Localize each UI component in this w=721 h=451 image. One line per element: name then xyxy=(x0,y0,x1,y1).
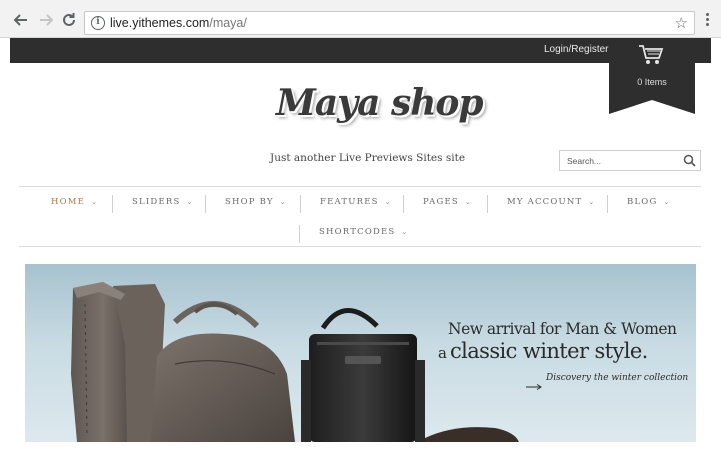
menu-item-label: MY ACCOUNT xyxy=(507,197,583,207)
hero-cta-link[interactable]: Discovery the winter collection xyxy=(546,373,688,383)
menu-item-features[interactable]: FEATURES ⌄ xyxy=(320,190,392,214)
menu-item-label: SHORTCODES xyxy=(319,227,396,237)
address-bar[interactable]: i live.yithemes.com/maya/ ☆ xyxy=(84,11,695,35)
right-arrow-icon xyxy=(526,377,542,395)
menu-separator xyxy=(300,195,301,213)
chevron-down-icon: ⌄ xyxy=(663,198,671,206)
url-path: /maya/ xyxy=(209,16,247,30)
hero-slider[interactable]: New arrival for Man & Women a classic win… xyxy=(25,264,696,442)
menu-item-label: SLIDERS xyxy=(132,197,181,207)
search-input[interactable] xyxy=(560,151,678,170)
hero-headline-2: a classic winter style. xyxy=(438,339,648,363)
menu-item-label: FEATURES xyxy=(320,197,379,207)
chevron-down-icon: ⌄ xyxy=(464,198,472,206)
chevron-down-icon: ⌄ xyxy=(384,198,392,206)
hero-headline-2-prefix: a xyxy=(438,344,447,362)
menu-item-label: SHOP BY xyxy=(225,197,274,207)
forward-arrow-icon[interactable] xyxy=(37,11,55,29)
menu-item-label: BLOG xyxy=(627,197,658,207)
menu-separator xyxy=(112,195,113,213)
cart-button[interactable]: 0 Items xyxy=(609,38,695,114)
info-icon[interactable]: i xyxy=(91,16,105,30)
main-menu-row-1: HOME ⌄ SLIDERS ⌄ SHOP BY ⌄ FEATURES ⌄ PAGES ⌄… xyxy=(19,190,701,214)
chevron-down-icon: ⌄ xyxy=(401,228,409,236)
hero-headline-1: New arrival for Man & Women xyxy=(448,320,677,338)
star-icon[interactable]: ☆ xyxy=(675,14,688,32)
menu-item-label: PAGES xyxy=(423,197,459,207)
menu-item-my-account[interactable]: MY ACCOUNT ⌄ xyxy=(507,190,595,214)
menu-item-shop-by[interactable]: SHOP BY ⌄ xyxy=(225,190,287,214)
search-icon[interactable] xyxy=(683,154,696,172)
menu-item-sliders[interactable]: SLIDERS ⌄ xyxy=(132,190,194,214)
menu-top-border xyxy=(19,186,701,187)
login-register-link[interactable]: Login/Register xyxy=(544,44,608,55)
top-bar: Login/Register xyxy=(10,38,711,63)
menu-item-label: HOME xyxy=(51,197,86,207)
menu-separator xyxy=(403,195,404,213)
browser-toolbar: i live.yithemes.com/maya/ ☆ xyxy=(0,0,721,38)
cart-count: 0 Items xyxy=(637,77,667,87)
chevron-down-icon: ⌄ xyxy=(588,198,596,206)
back-arrow-icon[interactable] xyxy=(12,11,30,29)
url-text: live.yithemes.com/maya/ xyxy=(110,16,247,30)
main-menu-row-2: SHORTCODES ⌄ xyxy=(19,220,701,244)
url-host: live.yithemes.com xyxy=(110,16,210,30)
chevron-down-icon: ⌄ xyxy=(91,198,99,206)
menu-dots-icon[interactable] xyxy=(706,12,712,28)
menu-item-blog[interactable]: BLOG ⌄ xyxy=(627,190,671,214)
menu-separator xyxy=(607,195,608,213)
site-tagline: Just another Live Previews Sites site xyxy=(270,152,466,164)
menu-separator xyxy=(205,195,206,213)
menu-separator xyxy=(487,195,488,213)
menu-bottom-border xyxy=(19,246,701,247)
search-box xyxy=(559,150,701,171)
site-logo[interactable]: Maya shop xyxy=(276,82,484,124)
reload-icon[interactable] xyxy=(60,11,78,29)
hero-headline-2-main: classic winter style. xyxy=(449,339,648,363)
menu-item-home[interactable]: HOME ⌄ xyxy=(51,190,98,214)
menu-separator xyxy=(299,225,300,243)
menu-item-pages[interactable]: PAGES ⌄ xyxy=(423,190,472,214)
chevron-down-icon: ⌄ xyxy=(186,198,194,206)
menu-item-shortcodes[interactable]: SHORTCODES ⌄ xyxy=(319,220,409,244)
chevron-down-icon: ⌄ xyxy=(279,198,287,206)
web-page: Login/Register 0 Items Maya shop Just an… xyxy=(10,38,711,442)
